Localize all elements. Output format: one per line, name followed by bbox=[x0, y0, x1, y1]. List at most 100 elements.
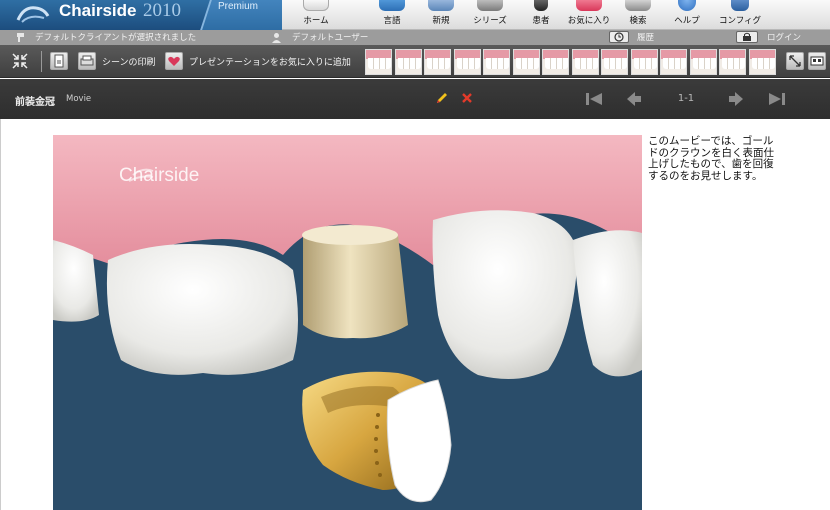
presentation-title: 前装金冠 bbox=[15, 97, 55, 108]
nav-favorites-label: お気に入り bbox=[567, 16, 611, 26]
status-bar: デフォルトクライアントが選択されました デフォルトユーザー 履歴 ログイン bbox=[0, 30, 830, 45]
nav-help[interactable]: ヘルプ bbox=[664, 0, 710, 30]
nav-patient[interactable]: 患者 bbox=[518, 0, 564, 30]
collapse-icon bbox=[12, 53, 28, 69]
favorites-icon bbox=[576, 0, 602, 11]
scene-thumbnail[interactable] bbox=[689, 49, 717, 75]
chair-logo-icon bbox=[16, 6, 50, 23]
slideshow-icon bbox=[810, 56, 824, 66]
nav-home[interactable]: ホーム bbox=[293, 0, 339, 30]
nav-help-label: ヘルプ bbox=[674, 16, 700, 26]
language-icon bbox=[379, 0, 405, 11]
thumbnail-teeth bbox=[515, 58, 539, 70]
thumbnail-teeth bbox=[486, 58, 509, 70]
app-year: 2010 bbox=[143, 0, 181, 21]
history-label[interactable]: 履歴 bbox=[637, 31, 654, 43]
thumbnail-teeth bbox=[574, 58, 598, 70]
expand-icon bbox=[789, 55, 801, 67]
previous-page-icon[interactable] bbox=[623, 89, 645, 109]
nav-series-label: シリーズ bbox=[473, 16, 507, 26]
client-status: デフォルトクライアントが選択されました bbox=[35, 33, 197, 43]
scene-thumbnail[interactable] bbox=[394, 49, 422, 75]
nav-language-label: 言語 bbox=[383, 16, 401, 26]
lock-icon bbox=[743, 32, 751, 41]
nav-favorites[interactable]: お気に入り bbox=[566, 0, 612, 30]
scene-thumbnail[interactable] bbox=[424, 49, 451, 75]
expand-button[interactable] bbox=[786, 52, 804, 70]
nav-search-label: 検索 bbox=[629, 16, 647, 26]
thumbnail-teeth bbox=[722, 58, 745, 70]
movie-player[interactable]: Chairside bbox=[53, 135, 642, 510]
print-settings-button[interactable] bbox=[50, 52, 68, 70]
scene-thumbnail[interactable] bbox=[660, 49, 687, 75]
nav-config-label: コンフィグ bbox=[718, 16, 762, 26]
scene-thumbnail[interactable] bbox=[365, 49, 392, 75]
home-icon bbox=[303, 0, 329, 11]
toolbar-divider bbox=[41, 51, 42, 72]
scene-thumbnail[interactable] bbox=[453, 49, 481, 75]
app-logo: Chairside 2010 Premium bbox=[0, 0, 282, 30]
thumbnail-teeth bbox=[456, 58, 480, 70]
last-page-icon[interactable] bbox=[766, 89, 788, 109]
toolbar: シーンの印刷 プレゼンテーションをお気に入りに追加 bbox=[0, 45, 830, 78]
nav-series[interactable]: シリーズ bbox=[467, 0, 513, 30]
page-counter: 1-1 bbox=[677, 93, 695, 104]
scene-thumbnail[interactable] bbox=[601, 49, 628, 75]
video-watermark: Chairside bbox=[119, 165, 200, 186]
nav-search[interactable]: 検索 bbox=[615, 0, 661, 30]
search-icon bbox=[625, 0, 651, 11]
nav-patient-label: 患者 bbox=[532, 16, 550, 26]
app-name: Chairside bbox=[59, 1, 137, 20]
patient-icon bbox=[534, 0, 548, 11]
printer-icon bbox=[80, 55, 94, 66]
print-scene-icon-button[interactable] bbox=[78, 52, 96, 70]
client-icon bbox=[17, 33, 24, 42]
user-icon bbox=[272, 33, 281, 43]
thumbnail-teeth bbox=[633, 58, 657, 70]
help-icon bbox=[678, 0, 696, 11]
scene-thumbnail[interactable] bbox=[571, 49, 599, 75]
movie-description: このムービーでは、ゴールドのクラウンを白く表面仕上げしたもので、歯を回復するのを… bbox=[648, 135, 774, 182]
add-favorite-icon-button[interactable] bbox=[165, 52, 183, 70]
fullscreen-button[interactable] bbox=[11, 52, 29, 70]
scene-thumbnail[interactable] bbox=[483, 49, 510, 75]
delete-icon[interactable] bbox=[461, 92, 473, 104]
next-page-icon[interactable] bbox=[725, 89, 747, 109]
scene-thumbnail[interactable] bbox=[512, 49, 540, 75]
app-header: Chairside 2010 Premium ホーム 言語 新規 シリーズ 患者… bbox=[0, 0, 830, 30]
clock-icon bbox=[614, 32, 624, 42]
scene-thumbnail[interactable] bbox=[630, 49, 658, 75]
new-icon bbox=[428, 0, 454, 11]
heart-icon bbox=[168, 56, 180, 66]
thumbnail-teeth bbox=[368, 58, 391, 70]
history-button[interactable] bbox=[609, 31, 629, 43]
edit-icon[interactable] bbox=[435, 91, 449, 105]
presentation-title-bar: 前装金冠 Movie 1-1 bbox=[0, 79, 830, 119]
document-icon bbox=[54, 54, 64, 68]
login-button[interactable] bbox=[736, 31, 758, 43]
nav-language[interactable]: 言語 bbox=[369, 0, 415, 30]
thumbnail-teeth bbox=[663, 58, 686, 70]
thumbnail-teeth bbox=[397, 58, 421, 70]
thumbnail-teeth bbox=[427, 58, 450, 70]
thumbnail-teeth bbox=[692, 58, 716, 70]
add-favorite-button[interactable]: プレゼンテーションをお気に入りに追加 bbox=[189, 55, 351, 68]
nav-home-label: ホーム bbox=[303, 16, 329, 26]
scene-thumbnail[interactable] bbox=[719, 49, 746, 75]
first-page-icon[interactable] bbox=[583, 89, 605, 109]
crown-animation-frame bbox=[53, 135, 642, 510]
scene-thumbnail[interactable] bbox=[748, 49, 776, 75]
series-icon bbox=[477, 0, 503, 11]
user-status: デフォルトユーザー bbox=[292, 33, 369, 43]
print-scene-button[interactable]: シーンの印刷 bbox=[102, 55, 156, 68]
nav-new[interactable]: 新規 bbox=[418, 0, 464, 30]
presentation-type: Movie bbox=[66, 94, 92, 104]
scene-thumbnail[interactable] bbox=[542, 49, 569, 75]
thumbnail-teeth bbox=[751, 58, 775, 70]
thumbnail-teeth bbox=[604, 58, 627, 70]
presentation-button[interactable] bbox=[808, 52, 826, 70]
login-label[interactable]: ログイン bbox=[767, 31, 801, 43]
thumbnail-teeth bbox=[545, 58, 568, 70]
presentation-content: Chairside このムービーでは、ゴールドのクラウンを白く表面仕上げしたもの… bbox=[0, 119, 830, 510]
nav-config[interactable]: コンフィグ bbox=[717, 0, 763, 30]
